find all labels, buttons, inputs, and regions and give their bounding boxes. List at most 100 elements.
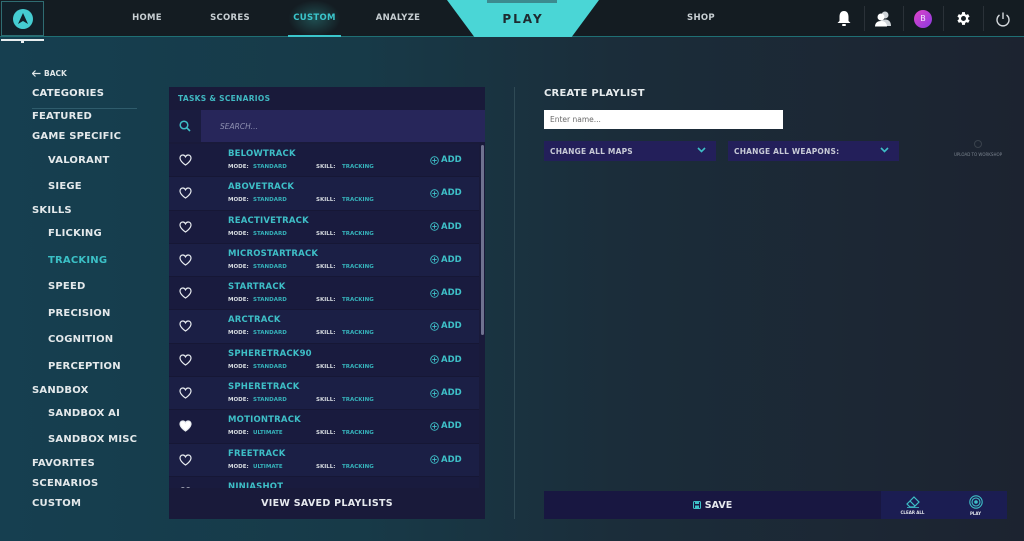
skill-label: SKILL: [316, 330, 336, 337]
heart-outline-icon[interactable] [179, 287, 192, 299]
save-button[interactable]: SAVE [544, 491, 881, 519]
scenario-row[interactable]: ARCTRACK MODE: STANDARD SKILL: TRACKING ADD [169, 310, 479, 344]
add-scenario-button[interactable]: ADD [430, 188, 462, 198]
scenario-name: SPHERETRACK90 [228, 348, 312, 359]
list-scrollbar[interactable] [481, 145, 484, 335]
add-label: ADD [441, 321, 462, 332]
search-button[interactable] [169, 110, 201, 142]
settings-button[interactable] [946, 4, 980, 33]
nav-separator [903, 6, 904, 31]
save-label: SAVE [704, 499, 733, 511]
change-all-maps-dropdown[interactable]: CHANGE ALL MAPS [544, 141, 716, 161]
search-icon [179, 120, 191, 132]
play-playlist-button[interactable]: PLAY [944, 491, 1007, 519]
sidebar-item-speed[interactable]: SPEED [48, 281, 86, 292]
add-label: ADD [441, 254, 462, 265]
sidebar-item-featured[interactable]: FEATURED [32, 111, 92, 122]
skill-label: SKILL: [316, 263, 336, 270]
nav-home[interactable]: HOME [126, 0, 168, 37]
scenario-row[interactable]: STARTRACK MODE: STANDARD SKILL: TRACKING ADD [169, 277, 479, 311]
play-tab[interactable]: PLAY [447, 0, 599, 37]
add-scenario-button[interactable]: ADD [430, 288, 462, 298]
sidebar-item-siege[interactable]: SIEGE [48, 181, 82, 192]
friends-button[interactable] [866, 4, 900, 33]
eraser-icon [905, 495, 920, 508]
heart-outline-icon[interactable] [179, 454, 192, 466]
plus-circle-icon [430, 455, 439, 464]
scenario-row[interactable]: MOTIONTRACK MODE: ULTIMATE SKILL: TRACKING AD… [169, 410, 479, 444]
heart-outline-icon[interactable] [179, 187, 192, 200]
nav-analyze[interactable]: ANALYZE [372, 0, 424, 37]
app-logo[interactable] [1, 1, 44, 36]
sidebar-item-sandbox[interactable]: SANDBOX [32, 385, 89, 396]
power-button[interactable] [986, 4, 1020, 33]
heart-filled-icon[interactable] [179, 420, 192, 433]
mode-value: STANDARD [253, 164, 287, 170]
skill-value: TRACKING [342, 463, 374, 470]
add-scenario-button[interactable]: ADD [430, 155, 462, 165]
search-input[interactable] [201, 110, 485, 142]
clear-all-label: CLEAR ALL [900, 509, 925, 515]
view-saved-playlists-button[interactable]: VIEW SAVED PLAYLISTS [169, 488, 485, 519]
nav-scores[interactable]: SCORES [205, 0, 255, 37]
add-scenario-button[interactable]: ADD [430, 255, 462, 265]
mode-label: MODE: [228, 164, 249, 170]
skill-value: TRACKING [342, 297, 374, 304]
upload-to-workshop-button[interactable]: UPLOAD TO WORKSHOP [950, 140, 1006, 157]
logo-underline [1, 39, 44, 43]
sidebar-item-scenarios[interactable]: SCENARIOS [32, 478, 98, 489]
add-scenario-button[interactable]: ADD [430, 355, 462, 365]
sidebar-item-sandbox-ai[interactable]: SANDBOX AI [48, 408, 120, 419]
skill-value: TRACKING [342, 197, 374, 204]
sidebar-item-sandbox-misc[interactable]: SANDBOX MISC [48, 434, 137, 445]
notifications-button[interactable] [827, 4, 861, 33]
add-label: ADD [441, 388, 462, 399]
sidebar-item-custom[interactable]: CUSTOM [32, 498, 81, 509]
sidebar-item-valorant[interactable]: VALORANT [48, 155, 110, 166]
heart-outline-icon[interactable] [179, 320, 192, 333]
add-scenario-button[interactable]: ADD [430, 421, 462, 431]
scenario-row[interactable]: ABOVETRACK MODE: STANDARD SKILL: TRACKING ADD [169, 177, 479, 211]
add-scenario-button[interactable]: ADD [430, 388, 462, 398]
mode-label: MODE: [228, 230, 249, 237]
scenario-name: ABOVETRACK [228, 182, 295, 193]
sidebar-item-flicking[interactable]: FLICKING [48, 228, 102, 239]
scenario-row[interactable]: FREETRACK MODE: ULTIMATE SKILL: TRACKING ADD [169, 443, 479, 477]
plus-circle-icon [430, 422, 439, 431]
change-all-weapons-dropdown[interactable]: CHANGE ALL WEAPONS: [728, 141, 899, 161]
heart-outline-icon[interactable] [179, 354, 192, 366]
upload-icon [974, 140, 982, 148]
clear-all-button[interactable]: CLEAR ALL [881, 491, 944, 519]
sidebar-item-precision[interactable]: PRECISION [48, 308, 111, 319]
add-scenario-button[interactable]: ADD [430, 222, 462, 232]
nav-shop[interactable]: SHOP [680, 0, 722, 37]
sidebar-item-favorites[interactable]: FAVORITES [32, 458, 95, 469]
sidebar-item-perception[interactable]: PERCEPTION [48, 361, 121, 372]
plus-circle-icon [430, 288, 439, 298]
back-label: BACK [44, 69, 67, 78]
back-button[interactable]: BACK [32, 69, 67, 78]
add-scenario-button[interactable]: ADD [430, 455, 462, 465]
scenario-row[interactable]: REACTIVETRACK MODE: STANDARD SKILL: TRACKING… [169, 210, 479, 244]
scenario-row[interactable]: BELOWTRACK MODE: STANDARD SKILL: TRACKING ADD [169, 144, 479, 178]
sidebar-item-cognition[interactable]: COGNITION [48, 334, 113, 345]
mode-value: STANDARD [253, 197, 287, 204]
sidebar-item-game-specific[interactable]: GAME SPECIFIC [32, 131, 121, 142]
nav-custom[interactable]: CUSTOM [288, 0, 341, 37]
sidebar-item-skills[interactable]: SKILLS [32, 205, 72, 216]
heart-outline-icon[interactable] [179, 220, 192, 233]
scenario-name: BELOWTRACK [228, 149, 296, 159]
heart-outline-icon[interactable] [179, 154, 192, 166]
scenario-row[interactable]: SPHERETRACK MODE: STANDARD SKILL: TRACKING AD… [169, 377, 479, 411]
avatar-initial: B [920, 14, 926, 23]
playlist-name-input[interactable] [544, 110, 783, 129]
scenario-row[interactable]: NINJASHOTADD [169, 476, 479, 488]
heart-outline-icon[interactable] [179, 254, 192, 266]
scenario-row[interactable]: SPHERETRACK90 MODE: STANDARD SKILL: TRACKING… [169, 343, 479, 378]
profile-button[interactable]: B [906, 4, 940, 33]
scenario-row[interactable]: MICROSTARTRACK MODE: STANDARD SKILL: TRACKIN… [169, 243, 479, 278]
sidebar-item-tracking[interactable]: TRACKING [48, 255, 107, 266]
heart-outline-icon[interactable] [179, 387, 192, 399]
add-scenario-button[interactable]: ADD [430, 321, 462, 331]
change-all-maps-label: CHANGE ALL MAPS [550, 146, 633, 156]
